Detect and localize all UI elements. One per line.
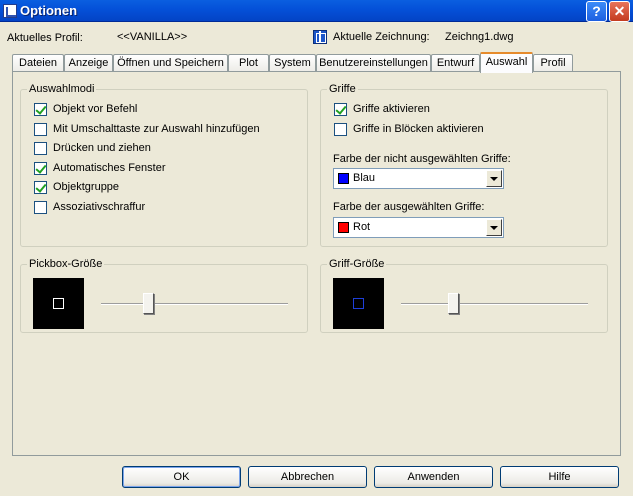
checkbox-box[interactable]	[34, 123, 47, 136]
selected-grip-color-select[interactable]: Rot	[333, 217, 504, 238]
profile-label: Aktuelles Profil:	[7, 32, 83, 44]
selected-grip-color-value: Rot	[353, 221, 371, 233]
tab-auswahl[interactable]: Auswahl	[480, 52, 533, 73]
unselected-grip-color-label: Farbe der nicht ausgewählten Griffe:	[333, 153, 511, 165]
apply-button[interactable]: Anwenden	[374, 466, 493, 488]
pickbox-size-group: Pickbox-Größe	[20, 258, 308, 333]
chevron-down-icon[interactable]	[486, 219, 502, 236]
selection-modes-title: Auswahlmodi	[27, 83, 97, 95]
grip-size-slider-thumb[interactable]	[448, 293, 460, 314]
checkbox-label: Objekt vor Befehl	[53, 103, 138, 115]
help-title-button[interactable]: ?	[586, 1, 607, 22]
tab-system[interactable]: System	[269, 54, 316, 72]
grip-size-title: Griff-Größe	[327, 258, 387, 270]
drawing-label: Aktuelle Zeichnung:	[333, 31, 430, 43]
pickbox-size-title: Pickbox-Größe	[27, 258, 105, 270]
tab-dateien[interactable]: Dateien	[12, 54, 64, 72]
close-button[interactable]: ✕	[609, 1, 630, 22]
checkbox-box[interactable]	[334, 123, 347, 136]
pickbox-size-slider-thumb[interactable]	[142, 293, 154, 314]
checkbox-label: Drücken und ziehen	[53, 142, 151, 154]
chevron-down-icon[interactable]	[486, 170, 502, 187]
ok-button[interactable]: OK	[122, 466, 241, 488]
checkbox-label: Automatisches Fenster	[53, 162, 166, 174]
checkbox-box[interactable]	[34, 103, 47, 116]
unselected-grip-color-value: Blau	[353, 172, 376, 184]
tab-benutzereinstellungen[interactable]: Benutzereinstellungen	[316, 54, 431, 72]
checkbox-label: Assoziativschraffur	[53, 201, 146, 213]
pickbox-size-slider-track[interactable]	[101, 303, 288, 305]
window-title: Optionen	[20, 3, 78, 18]
checkbox-label: Objektgruppe	[53, 181, 120, 193]
color-swatch	[338, 222, 349, 233]
tab-anzeige[interactable]: Anzeige	[64, 54, 113, 72]
checkbox-label: Griffe in Blöcken aktivieren	[353, 123, 484, 135]
pickbox-preview	[33, 278, 84, 329]
drawing-icon	[313, 30, 327, 44]
grips-group: Griffe Griffe aktivieren Griffe in Blöck…	[320, 83, 608, 247]
help-button[interactable]: Hilfe	[500, 466, 619, 488]
profile-value: <<VANILLA>>	[117, 31, 188, 43]
checkbox-label: Mit Umschalttaste zur Auswahl hinzufügen	[53, 123, 260, 135]
checkbox-box[interactable]	[34, 201, 47, 214]
grips-title: Griffe	[327, 83, 358, 95]
title-bar: Optionen ? ✕	[0, 0, 633, 22]
grip-size-slider-track[interactable]	[401, 303, 588, 305]
tab-profil[interactable]: Profil	[533, 54, 573, 72]
drawing-value: Zeichng1.dwg	[445, 31, 514, 43]
unselected-grip-color-select[interactable]: Blau	[333, 168, 504, 189]
tab-plot[interactable]: Plot	[228, 54, 269, 72]
selected-grip-color-label: Farbe der ausgewählten Griffe:	[333, 201, 485, 213]
tab-oeffnen-speichern[interactable]: Öffnen und Speichern	[113, 54, 228, 72]
cancel-button[interactable]: Abbrechen	[248, 466, 367, 488]
pickbox-preview-square	[53, 298, 64, 309]
color-swatch	[338, 173, 349, 184]
checkbox-label: Griffe aktivieren	[353, 103, 430, 115]
grip-size-group: Griff-Größe	[320, 258, 608, 333]
app-icon	[3, 4, 17, 18]
checkbox-box[interactable]	[34, 162, 47, 175]
checkbox-box[interactable]	[34, 142, 47, 155]
grip-preview-square	[353, 298, 364, 309]
tab-entwurf[interactable]: Entwurf	[431, 54, 480, 72]
checkbox-box[interactable]	[34, 181, 47, 194]
tab-panel-auswahl: Auswahlmodi Objekt vor Befehl Mit Umscha…	[12, 71, 621, 456]
grip-size-preview	[333, 278, 384, 329]
selection-modes-group: Auswahlmodi Objekt vor Befehl Mit Umscha…	[20, 83, 308, 247]
checkbox-box[interactable]	[334, 103, 347, 116]
